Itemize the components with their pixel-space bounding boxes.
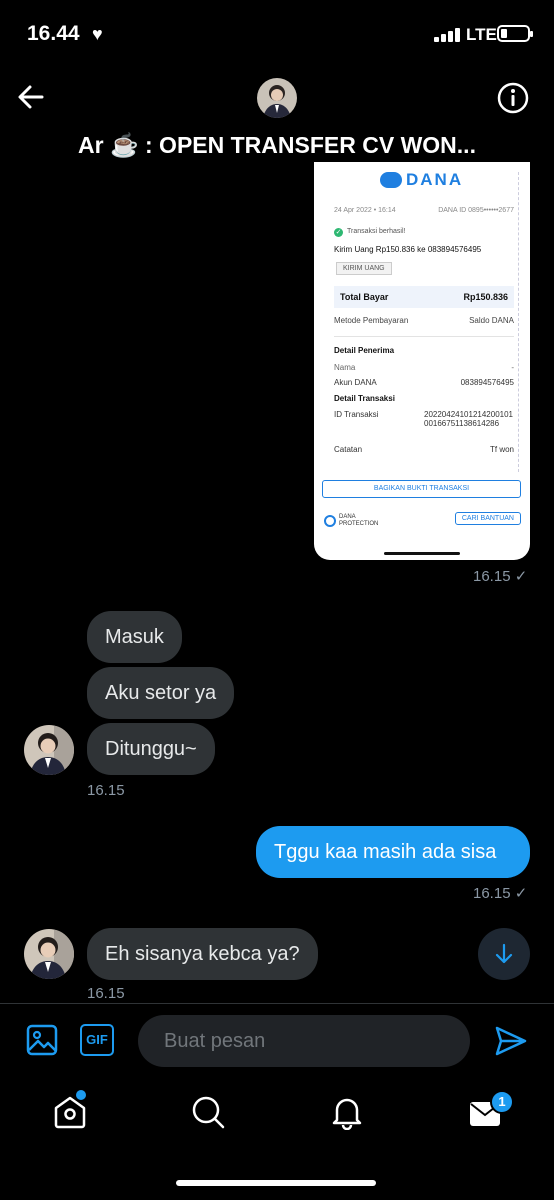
- network-type: LTE: [466, 25, 497, 44]
- receipt-total: Total Bayar Rp150.836: [334, 286, 514, 308]
- receipt-method-row: Metode Pembayaran Saldo DANA: [334, 316, 514, 325]
- receipt-txid-row: ID Transaksi 202204241012142001010016675…: [334, 410, 513, 428]
- message-bubble[interactable]: Ditunggu~: [87, 723, 215, 775]
- dana-logo: DANA: [380, 170, 463, 190]
- divider: [334, 336, 514, 337]
- message-bubble[interactable]: Aku setor ya: [87, 667, 235, 719]
- check-icon: ✓: [334, 228, 343, 237]
- bell-icon[interactable]: [329, 1094, 365, 1131]
- arrow-down-icon: [495, 943, 513, 964]
- receipt-account-row: Akun DANA 083894576495: [334, 378, 514, 387]
- message-bubble[interactable]: Masuk: [87, 611, 182, 663]
- signal-icon: [434, 28, 462, 42]
- message-bubble-own[interactable]: Tggu kaa masih ada sisa: [256, 826, 530, 878]
- receipt-header-row: 24 Apr 2022 • 16:14 DANA ID 0895••••••26…: [334, 207, 514, 214]
- status-time: 16.44: [27, 22, 80, 45]
- receipt-type-badge: KIRIM UANG: [336, 262, 392, 275]
- receipt-date: 24 Apr 2022 • 16:14: [334, 207, 396, 214]
- gif-button[interactable]: GIF: [80, 1024, 114, 1056]
- message-timestamp: 16.15: [87, 985, 125, 1002]
- help-button[interactable]: CARI BANTUAN: [454, 512, 521, 525]
- dana-protection: DANA PROTECTION: [324, 514, 378, 528]
- conversation-title[interactable]: Ar ☕ : OPEN TRANSFER CV WON...: [0, 132, 554, 159]
- receipt-dana-id: DANA ID 0895••••••2677: [438, 207, 514, 214]
- composer-divider: [0, 1003, 554, 1004]
- send-icon[interactable]: [494, 1024, 528, 1058]
- image-icon[interactable]: [26, 1024, 58, 1056]
- battery-icon: [497, 25, 533, 42]
- shield-icon: [324, 515, 336, 527]
- scroll-to-bottom-button[interactable]: [478, 928, 530, 980]
- messages-badge: 1: [490, 1090, 514, 1114]
- message-timestamp: 16.15 ✓: [473, 885, 528, 902]
- receipt-image[interactable]: DANA 24 Apr 2022 • 16:14 DANA ID 0895•••…: [314, 162, 530, 560]
- message-timestamp: 16.15: [87, 782, 125, 799]
- receipt-summary: Kirim Uang Rp150.836 ke 083894576495: [334, 245, 482, 254]
- sender-avatar[interactable]: [24, 929, 74, 979]
- message-timestamp: 16.15 ✓: [473, 568, 528, 585]
- info-icon[interactable]: [497, 82, 529, 114]
- sender-avatar[interactable]: [24, 725, 74, 775]
- receipt-note-row: Catatan Tf won: [334, 445, 514, 454]
- status-bar: 16.44 ♥ LTE: [0, 0, 554, 70]
- receipt-name-row: Nama -: [334, 363, 514, 372]
- search-icon[interactable]: [190, 1094, 226, 1130]
- heart-icon: ♥: [92, 24, 103, 44]
- receipt-status: Transaksi berhasil!: [347, 228, 406, 235]
- conversation-avatar[interactable]: [257, 78, 297, 118]
- back-arrow-icon[interactable]: [16, 82, 46, 112]
- home-indicator[interactable]: [176, 1180, 376, 1186]
- transaction-section-title: Detail Transaksi: [334, 394, 395, 403]
- home-notification-dot: [76, 1090, 86, 1100]
- receipt-status-row: ✓ Transaksi berhasil!: [334, 228, 514, 237]
- message-bubble[interactable]: Eh sisanya kebca ya?: [87, 928, 318, 980]
- receipt-edge: [518, 172, 526, 472]
- share-proof-button[interactable]: BAGIKAN BUKTI TRANSAKSI: [322, 480, 521, 498]
- recipient-section-title: Detail Penerima: [334, 346, 395, 355]
- message-input[interactable]: Buat pesan: [138, 1015, 470, 1067]
- home-indicator: [384, 552, 460, 555]
